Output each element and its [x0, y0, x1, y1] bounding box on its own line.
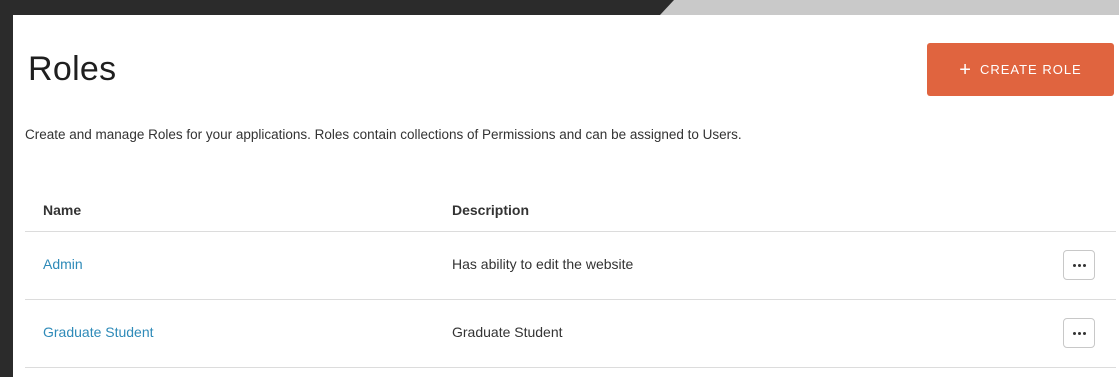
column-header-name: Name — [43, 202, 82, 218]
roles-table: Name Description Admin Has ability to ed… — [25, 193, 1116, 368]
plus-icon: + — [959, 58, 972, 81]
window-left-edge — [0, 0, 13, 377]
page-title: Roles — [28, 50, 117, 88]
more-horizontal-icon — [1072, 263, 1086, 267]
row-actions-button[interactable] — [1063, 250, 1095, 280]
table-row: Admin Has ability to edit the website — [25, 232, 1116, 300]
row-actions-button[interactable] — [1063, 318, 1095, 348]
role-name-link[interactable]: Admin — [43, 256, 83, 272]
role-name-link[interactable]: Graduate Student — [43, 324, 154, 340]
role-description: Has ability to edit the website — [452, 256, 634, 272]
roles-panel: Roles + CREATE ROLE Create and manage Ro… — [13, 15, 1119, 377]
table-header: Name Description — [25, 193, 1116, 232]
table-row: Graduate Student Graduate Student — [25, 300, 1116, 368]
create-role-label: CREATE ROLE — [979, 62, 1082, 77]
role-description: Graduate Student — [452, 324, 563, 340]
window-tab-strip — [660, 0, 1119, 15]
create-role-button[interactable]: + CREATE ROLE — [927, 43, 1114, 96]
page-description: Create and manage Roles for your applica… — [25, 127, 742, 142]
column-header-description: Description — [452, 202, 530, 218]
more-horizontal-icon — [1072, 331, 1086, 335]
